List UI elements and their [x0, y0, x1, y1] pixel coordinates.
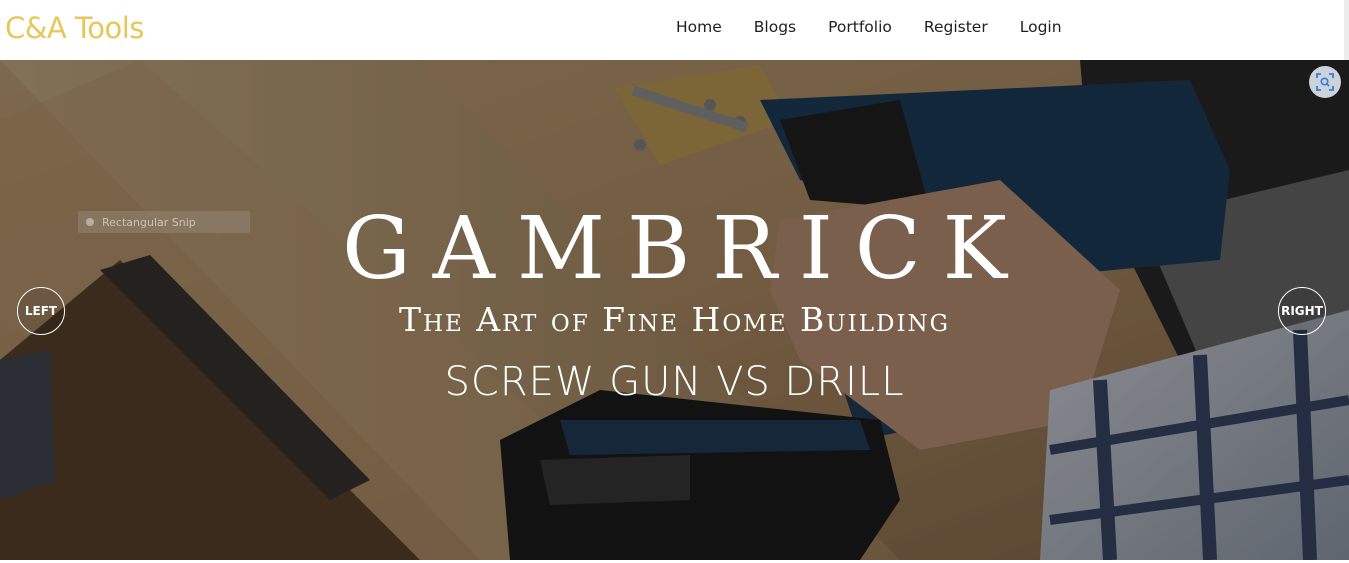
hero-subtitle: The Art of Fine Home Building	[398, 300, 951, 339]
nav-register[interactable]: Register	[924, 18, 988, 36]
nav-portfolio[interactable]: Portfolio	[828, 18, 892, 36]
carousel-right-button[interactable]: RIGHT	[1278, 287, 1326, 335]
brand-logo[interactable]: C&A Tools	[5, 11, 144, 45]
visual-search-button[interactable]	[1309, 66, 1341, 98]
navbar: C&A Tools Home Blogs Portfolio Register …	[0, 0, 1349, 60]
nav-blogs[interactable]: Blogs	[754, 18, 796, 36]
visual-search-icon	[1316, 73, 1334, 91]
scrollbar[interactable]	[1344, 0, 1349, 60]
hero-tagline: SCREW GUN VS DRILL	[444, 359, 905, 405]
hero-title: GAMBRICK	[342, 199, 1029, 299]
carousel-left-button[interactable]: LEFT	[17, 287, 65, 335]
hero-carousel: Rectangular Snip GAMBRICK The Art of Fin…	[0, 60, 1349, 560]
nav-login[interactable]: Login	[1020, 18, 1062, 36]
main-nav: Home Blogs Portfolio Register Login	[676, 18, 1094, 36]
nav-home[interactable]: Home	[676, 18, 722, 36]
